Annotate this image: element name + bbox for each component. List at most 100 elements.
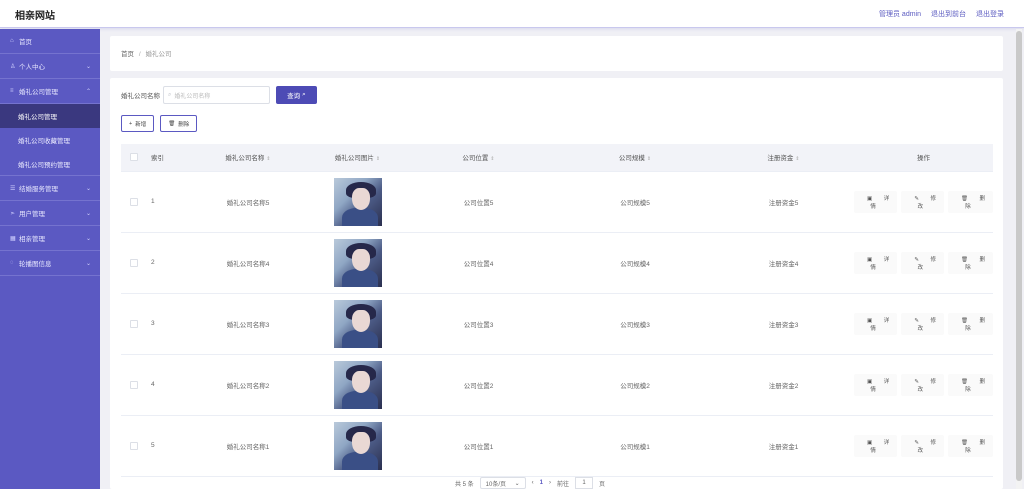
top-links: 管理员 admin 退出到前台 退出登录 xyxy=(879,9,1004,19)
sidebar-item-wedding-service[interactable]: ☰ 结婚服务管理 ⌄ xyxy=(0,176,100,201)
user-icon: ♙ xyxy=(10,63,16,70)
cell-capital: 注册资金4 xyxy=(713,232,854,294)
col-location[interactable]: 公司位置 ⇕ xyxy=(400,144,557,172)
delete-button[interactable]: 🗑 删除 xyxy=(948,190,993,213)
breadcrumb-home[interactable]: 首页 xyxy=(121,51,134,58)
detail-button[interactable]: ▣ 详情 xyxy=(854,434,898,457)
chevron-up-icon: ⌃ xyxy=(85,88,91,95)
company-image xyxy=(333,238,382,287)
admin-user-link[interactable]: 管理员 admin xyxy=(879,9,921,19)
sidebar-item-label: 首页 xyxy=(19,39,32,46)
row-checkbox[interactable] xyxy=(130,197,138,206)
select-all-checkbox[interactable] xyxy=(121,144,147,172)
sidebar-subitem-company-manage[interactable]: 婚礼公司管理 xyxy=(0,104,100,128)
cell-location: 公司位置2 xyxy=(400,354,557,416)
trash-icon: 🗑 xyxy=(168,120,176,127)
cell-location: 公司位置4 xyxy=(400,232,557,294)
page-number-current[interactable]: 1 xyxy=(540,480,543,486)
page-scrollbar[interactable] xyxy=(1016,29,1022,489)
detail-button[interactable]: ▣ 详情 xyxy=(854,312,898,335)
company-image xyxy=(333,299,382,348)
query-button[interactable]: 查询 ⌕ xyxy=(276,86,317,104)
next-page-button[interactable]: › xyxy=(549,480,551,486)
total-count: 共 5 条 xyxy=(455,481,474,488)
cell-scale: 公司规模1 xyxy=(557,415,713,477)
sidebar-item-label: 轮播图信息 xyxy=(19,261,52,268)
logout-link[interactable]: 退出登录 xyxy=(976,9,1004,19)
row-checkbox[interactable] xyxy=(130,258,138,267)
col-location-label: 公司位置 xyxy=(462,155,489,163)
sidebar-item-profile[interactable]: ♙ 个人中心 ⌄ xyxy=(0,54,100,79)
col-image-label: 婚礼公司图片 xyxy=(334,155,374,163)
top-bar: 相亲网站 管理员 admin 退出到前台 退出登录 xyxy=(0,0,1024,28)
cell-capital: 注册资金2 xyxy=(713,354,854,416)
back-to-front-link[interactable]: 退出到前台 xyxy=(931,9,966,19)
sidebar-item-home[interactable]: ⌂ 首页 xyxy=(0,29,100,54)
sidebar-subitem-label: 婚礼公司预约管理 xyxy=(18,161,70,169)
batch-delete-button[interactable]: 🗑 删除 xyxy=(160,115,198,132)
edit-button[interactable]: ✎ 修改 xyxy=(901,251,945,274)
edit-button[interactable]: ✎ 修改 xyxy=(901,190,945,213)
delete-button[interactable]: 🗑 删除 xyxy=(948,312,993,335)
col-scale[interactable]: 公司规模 ⇕ xyxy=(557,144,713,172)
cell-actions: ▣ 详情 ✎ 修改 🗑 删除 xyxy=(854,354,993,416)
table-row: 4 婚礼公司名称2 公司位置2 公司规模2 注册资金2 ▣ 详情 ✎ 修改 🗑 删除 xyxy=(121,354,993,416)
cell-image xyxy=(315,171,400,233)
col-capital-label: 注册资金 xyxy=(767,155,794,163)
sidebar-subitem-reservations[interactable]: 婚礼公司预约管理 xyxy=(0,152,100,176)
cell-name: 婚礼公司名称1 xyxy=(181,415,315,477)
goto-page-input[interactable]: 1 xyxy=(575,477,594,489)
delete-button[interactable]: 🗑 删除 xyxy=(948,251,993,274)
cell-index: 5 xyxy=(147,415,181,477)
cell-actions: ▣ 详情 ✎ 修改 🗑 删除 xyxy=(854,171,993,233)
search-input[interactable]: ⌕ 婚礼公司名称 xyxy=(163,86,270,104)
cell-index: 2 xyxy=(147,232,181,294)
scrollbar-thumb[interactable] xyxy=(1016,31,1022,481)
query-button-label: 查询 xyxy=(287,93,301,100)
add-button[interactable]: + 新增 xyxy=(121,115,155,132)
sidebar-subitem-favorites[interactable]: 婚礼公司收藏管理 xyxy=(0,128,100,152)
delete-button[interactable]: 🗑 删除 xyxy=(948,373,993,396)
cell-name: 婚礼公司名称5 xyxy=(181,171,315,233)
col-index: 索引 xyxy=(147,144,181,172)
cell-index: 1 xyxy=(147,171,181,233)
prev-page-button[interactable]: ‹ xyxy=(532,480,534,486)
send-icon: ➣ xyxy=(10,210,16,217)
company-image xyxy=(333,421,382,470)
edit-button[interactable]: ✎ 修改 xyxy=(901,434,945,457)
sidebar-item-users[interactable]: ➣ 用户管理 ⌄ xyxy=(0,201,100,226)
delete-button[interactable]: 🗑 删除 xyxy=(948,434,993,457)
detail-button[interactable]: ▣ 详情 xyxy=(854,373,898,396)
detail-button[interactable]: ▣ 详情 xyxy=(854,251,898,274)
row-checkbox[interactable] xyxy=(130,380,138,389)
edit-button[interactable]: ✎ 修改 xyxy=(901,312,945,335)
col-scale-label: 公司规模 xyxy=(618,155,645,163)
sort-icon: ⇕ xyxy=(266,156,271,163)
menu-icon: ≡ xyxy=(10,88,14,94)
edit-button[interactable]: ✎ 修改 xyxy=(901,373,945,396)
sidebar-item-carousel[interactable]: ◌ 轮播图信息 ⌄ xyxy=(0,251,100,276)
detail-button[interactable]: ▣ 详情 xyxy=(854,190,898,213)
col-capital[interactable]: 注册资金 ⇕ xyxy=(713,144,854,172)
cell-name: 婚礼公司名称3 xyxy=(181,293,315,355)
row-checkbox[interactable] xyxy=(130,319,138,328)
search-icon: ⌕ xyxy=(168,91,172,98)
add-button-label: 新增 xyxy=(135,121,147,128)
sidebar-subitem-label: 婚礼公司收藏管理 xyxy=(18,138,70,145)
cell-image xyxy=(315,354,400,416)
chat-icon: ◌ xyxy=(10,260,14,266)
row-checkbox[interactable] xyxy=(130,441,138,450)
cell-name: 婚礼公司名称4 xyxy=(181,232,315,294)
sidebar-item-dating[interactable]: ▦ 相亲管理 ⌄ xyxy=(0,226,100,251)
cell-image xyxy=(315,415,400,477)
cell-scale: 公司规模3 xyxy=(557,293,713,355)
page-unit-label: 页 xyxy=(599,481,606,488)
page-size-select[interactable]: 10条/页 ⌄ xyxy=(479,477,526,489)
table-row: 3 婚礼公司名称3 公司位置3 公司规模3 注册资金3 ▣ 详情 ✎ 修改 🗑 删除 xyxy=(121,293,993,355)
cell-actions: ▣ 详情 ✎ 修改 🗑 删除 xyxy=(854,232,993,294)
col-image[interactable]: 婚礼公司图片 ⇕ xyxy=(315,144,400,172)
sidebar-item-label: 个人中心 xyxy=(19,64,45,71)
col-name[interactable]: 婚礼公司名称 ⇕ xyxy=(181,144,315,172)
cell-capital: 注册资金1 xyxy=(713,415,854,477)
sidebar-item-wedding-company[interactable]: ≡ 婚礼公司管理 ⌃ xyxy=(0,79,100,104)
